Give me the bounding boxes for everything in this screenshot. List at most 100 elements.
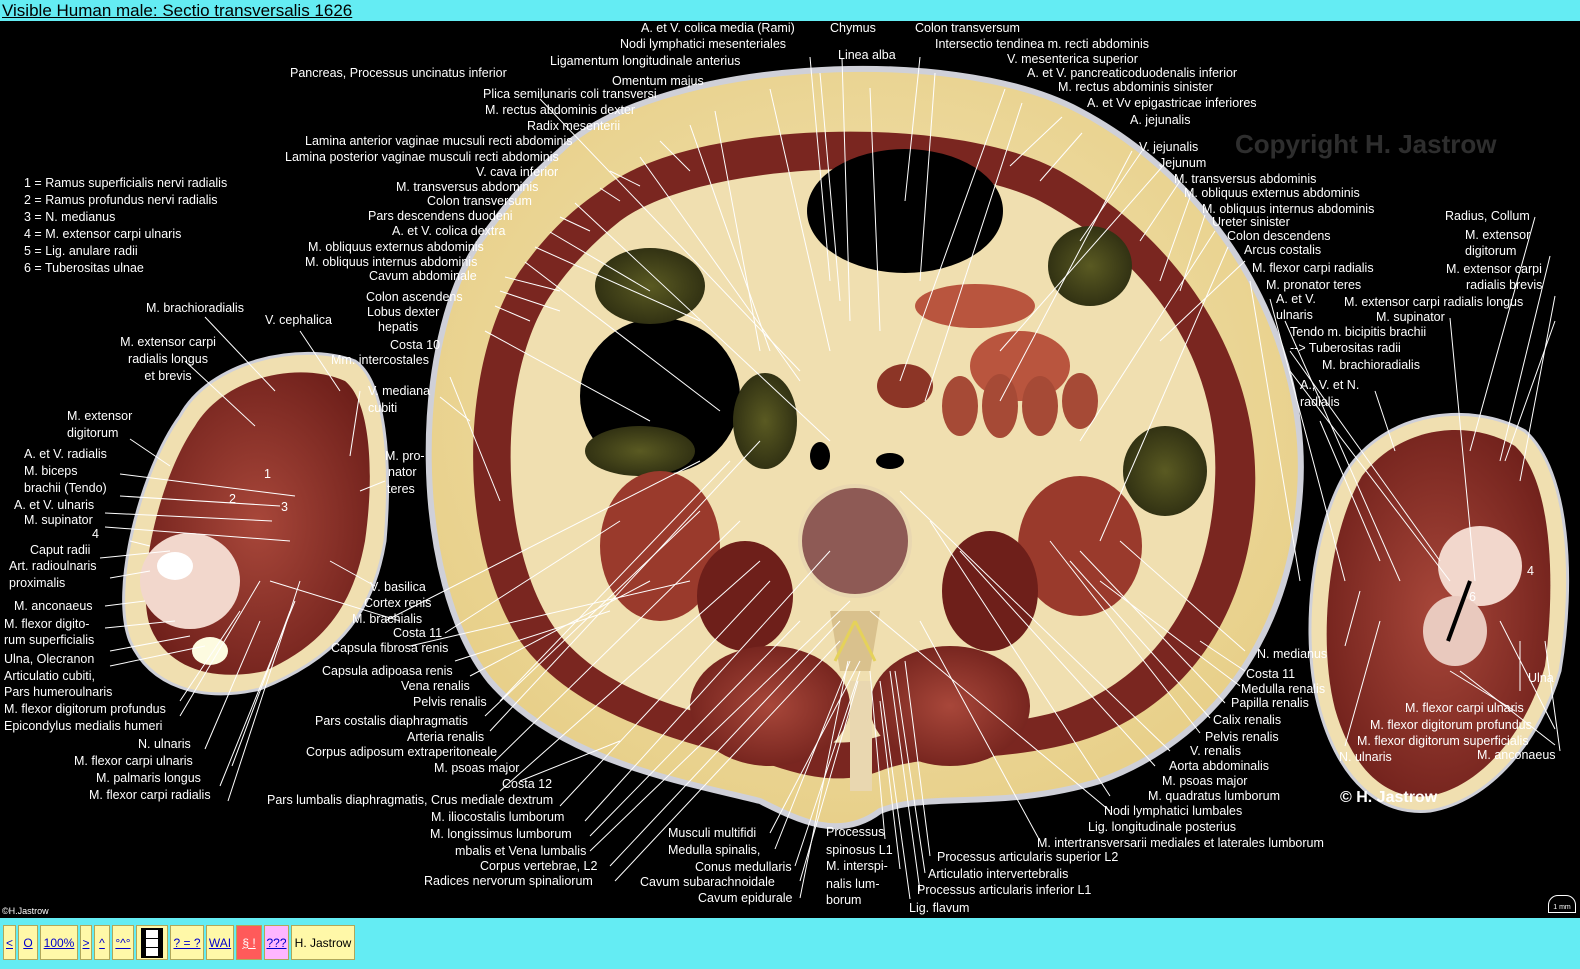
label: Pelvis renalis xyxy=(1205,730,1279,744)
label: M. obliquus externus abdominis xyxy=(308,240,484,254)
label: M. pronator teres xyxy=(1266,278,1362,292)
label: V. cephalica xyxy=(265,313,332,327)
label: Plica semilunaris coli transversi xyxy=(483,87,657,101)
label: M. rectus abdominis sinister xyxy=(1058,80,1213,94)
label: M. rectus abdominis dexter xyxy=(485,103,636,117)
legend-item: 5 = Lig. anulare radii xyxy=(24,244,138,258)
label: Cortex renis xyxy=(364,596,432,610)
film-icon[interactable] xyxy=(136,925,168,960)
label: M. flexor carpi radialis xyxy=(1252,261,1374,275)
filmstrip-icon xyxy=(141,927,163,958)
label: V. jejunalis xyxy=(1139,140,1199,154)
label: Capsula adipoasa renis xyxy=(322,664,453,678)
label: Processus articularis superior L2 xyxy=(937,850,1119,864)
page-title-link[interactable]: Visible Human male: Sectio transversalis… xyxy=(2,0,352,21)
label: N. ulnaris xyxy=(1339,750,1392,764)
label: Papilla renalis xyxy=(1231,696,1309,710)
help-button[interactable]: ? = ? xyxy=(170,925,204,960)
label: nator xyxy=(388,465,417,479)
label: M. iliocostalis lumborum xyxy=(431,810,565,824)
label: Calix renalis xyxy=(1213,713,1282,727)
label: Medulla renalis xyxy=(1241,682,1326,696)
label: Colon descendens xyxy=(1227,229,1331,243)
marker-6: 6 xyxy=(1469,590,1476,604)
label: Jejunum xyxy=(1159,156,1207,170)
author-button[interactable]: H. Jastrow xyxy=(291,925,355,960)
label: Nodi lymphatici lumbales xyxy=(1104,804,1243,818)
next-button[interactable]: > xyxy=(80,925,92,960)
faq-button[interactable]: ??? xyxy=(264,925,289,960)
label: teres xyxy=(387,482,415,496)
label: cubiti xyxy=(368,401,398,415)
label: Omentum majus xyxy=(612,74,704,88)
label: Costa 12 xyxy=(502,777,553,791)
legend-item: 1 = Ramus superficialis nervi radialis xyxy=(24,176,228,190)
label: M. extensor xyxy=(67,409,133,423)
label: Musculi multifidi xyxy=(668,826,757,840)
label: A. et V. pancreaticoduodenalis inferior xyxy=(1027,66,1238,80)
tilt-button[interactable]: °^° xyxy=(112,925,134,960)
label: M. longissimus lumborum xyxy=(430,827,572,841)
label: M. extensor carpi xyxy=(120,335,216,349)
label: M. obliquus internus abdominis xyxy=(1202,202,1375,216)
label: M. brachialis xyxy=(352,612,423,626)
label: Radix mesenterii xyxy=(527,119,621,133)
label: M. flexor digitorum superficialis xyxy=(1357,734,1529,748)
legend-item: 6 = Tuberositas ulnae xyxy=(24,261,144,275)
label: Aorta abdominalis xyxy=(1169,759,1270,773)
label: Colon ascendens xyxy=(366,290,463,304)
label: spinosus L1 xyxy=(826,843,893,857)
label: borum xyxy=(826,893,862,907)
label: M. flexor digito- xyxy=(4,617,90,631)
label: M. obliquus externus abdominis xyxy=(1184,186,1360,200)
label: Medulla spinalis, xyxy=(668,843,761,857)
marker-5: 5 xyxy=(173,552,180,566)
label: Pelvis renalis xyxy=(413,695,487,709)
label: Vena renalis xyxy=(401,679,470,693)
label: Epicondylus medialis humeri xyxy=(4,719,163,733)
label: Lig. flavum xyxy=(909,901,970,915)
label: Processus xyxy=(826,825,885,839)
label: Arteria renalis xyxy=(407,730,485,744)
label: N. medianus xyxy=(1257,647,1328,661)
label: digitorum xyxy=(1465,244,1517,258)
label: Costa 11 xyxy=(1246,667,1296,681)
label: proximalis xyxy=(9,576,66,590)
label: et brevis xyxy=(144,369,192,383)
label: Lig. longitudinale posterius xyxy=(1088,820,1237,834)
label: Ulna, Olecranon xyxy=(4,652,95,666)
label: M. psoas major xyxy=(434,761,520,775)
label: M. biceps xyxy=(24,464,78,478)
legal-button[interactable]: § ! xyxy=(236,925,262,960)
label: digitorum xyxy=(67,426,119,440)
legend-item: 2 = Ramus profundus nervi radialis xyxy=(24,193,218,207)
label: hepatis xyxy=(378,320,419,334)
wai-button[interactable]: WAI xyxy=(206,925,234,960)
up-button[interactable]: ^ xyxy=(94,925,110,960)
label: Corpus adiposum extraperitoneale xyxy=(306,745,498,759)
label: Articulatio intervertebralis xyxy=(928,867,1069,881)
label: M. quadratus lumborum xyxy=(1148,789,1281,803)
title-bar: Visible Human male: Sectio transversalis… xyxy=(0,0,1580,21)
label: M. psoas major xyxy=(1162,774,1248,788)
home-button[interactable]: O xyxy=(18,925,38,960)
label: M. flexor carpi radialis xyxy=(89,788,211,802)
label: Capsula fibrosa renis xyxy=(331,641,449,655)
zoom-button[interactable]: 100% xyxy=(40,925,78,960)
label: brachii (Tendo) xyxy=(24,481,107,495)
label: Conus medullaris xyxy=(695,860,792,874)
label: M. obliquus internus abdominis xyxy=(305,255,478,269)
legend-item: 4 = M. extensor carpi ulnaris xyxy=(24,227,182,241)
label: A. et V. ulnaris xyxy=(14,498,95,512)
scale-bar: 1 mm xyxy=(1548,895,1576,913)
copyright-label: © H. Jastrow xyxy=(1340,789,1438,806)
label: Colon transversum xyxy=(427,194,532,208)
label: M. pro- xyxy=(385,449,425,463)
label: rum superficialis xyxy=(4,633,95,647)
label: M. supinator xyxy=(1376,310,1445,324)
label: Nodi lymphatici mesenteriales xyxy=(620,37,787,51)
label: M. flexor carpi ulnaris xyxy=(1405,701,1524,715)
label: Cavum abdominale xyxy=(369,269,477,283)
label: M. extensor carpi xyxy=(1446,262,1542,276)
prev-button[interactable]: < xyxy=(3,925,16,960)
